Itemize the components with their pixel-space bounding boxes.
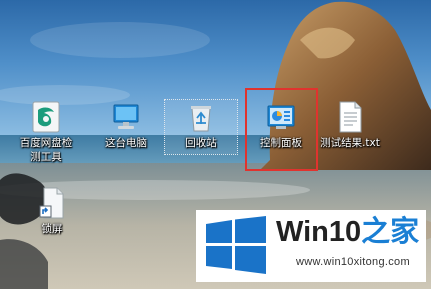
watermark-url: www.win10xitong.com: [296, 256, 410, 268]
text-file-icon: [339, 101, 362, 133]
recycle-bin-icon: [191, 106, 211, 132]
highlight-box: [245, 88, 318, 171]
desktop-icon-lock-screen[interactable]: 锁屏: [15, 186, 89, 236]
desktop-icon-label: 测试结果.txt: [320, 137, 380, 149]
desktop[interactable]: 百度网盘检 测工具 这台电脑 回收站 控制面板 测试结果.txt 锁屏 Win1…: [0, 0, 431, 289]
shortcut-file-icon: [39, 187, 64, 219]
win10-zhijia-watermark: Win10之家 www.win10xitong.com: [196, 210, 426, 282]
watermark-title-accent: 之家: [361, 216, 420, 248]
windows-logo-icon: [206, 216, 266, 274]
desktop-icon-label: 锁屏: [41, 223, 63, 235]
baidu-netdisk-icon: [32, 101, 60, 133]
computer-icon: [113, 104, 139, 129]
desktop-icon-label: 回收站: [185, 137, 217, 149]
desktop-icon-this-pc[interactable]: 这台电脑: [89, 100, 163, 150]
desktop-icon-recycle-bin[interactable]: 回收站: [164, 99, 238, 155]
desktop-icon-label: 百度网盘检 测工具: [19, 137, 73, 163]
desktop-icon-label: 这台电脑: [105, 137, 147, 149]
watermark-title-main: Win10: [276, 216, 362, 248]
desktop-icon-text-file[interactable]: 测试结果.txt: [313, 100, 387, 150]
watermark-title: Win10之家: [276, 216, 419, 248]
desktop-icon-baidu-netdisk[interactable]: 百度网盘检 测工具: [9, 100, 83, 164]
